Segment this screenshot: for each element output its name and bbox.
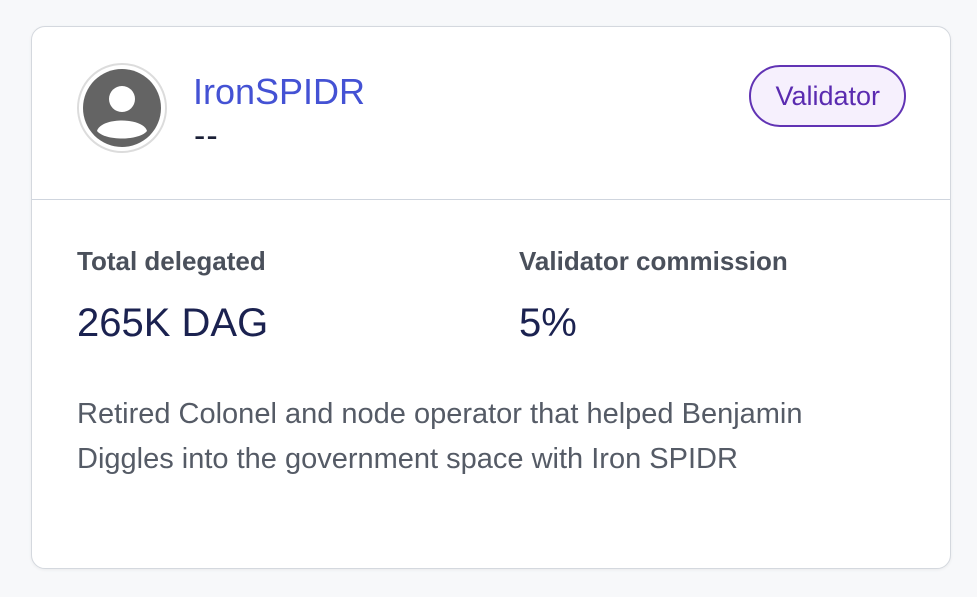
validator-badge: Validator (749, 65, 906, 127)
validator-description: Retired Colonel and node operator that h… (77, 398, 803, 475)
total-delegated-stat: Total delegated 265K DAG (77, 246, 268, 346)
validator-name-link[interactable]: IronSPIDR (193, 71, 365, 113)
commission-value: 5% (519, 301, 577, 345)
total-delegated-value: 265K DAG (77, 301, 269, 345)
validator-card: IronSPIDR -- Validator Total delegated 2… (31, 26, 951, 569)
validator-subtitle: -- (194, 117, 219, 155)
card-header: IronSPIDR -- Validator (32, 27, 950, 200)
commission-stat: Validator commission 5% (519, 246, 788, 346)
total-delegated-label: Total delegated (77, 246, 266, 276)
commission-label: Validator commission (519, 246, 788, 276)
user-avatar-icon (77, 63, 167, 153)
